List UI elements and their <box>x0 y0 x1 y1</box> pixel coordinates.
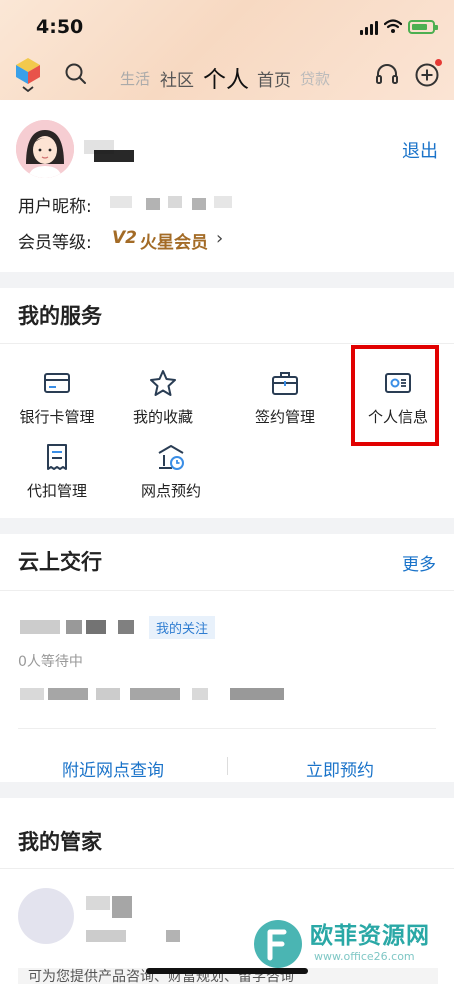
avatar-portrait-icon <box>16 120 74 178</box>
battery-icon <box>408 20 438 34</box>
nearby-branch-link[interactable]: 附近网点查询 <box>62 756 164 781</box>
book-now-link[interactable]: 立即预约 <box>306 756 374 781</box>
signal-icon <box>360 21 380 35</box>
search-icon[interactable] <box>64 62 88 86</box>
divider <box>18 728 436 729</box>
services-title: 我的服务 <box>18 304 102 328</box>
tab-home[interactable]: 首页 <box>257 66 291 91</box>
divider <box>227 757 228 775</box>
member-level-badge[interactable]: V2 <box>112 228 137 248</box>
watermark-text: 欧菲资源网 <box>310 923 430 949</box>
plus-icon <box>415 63 439 87</box>
notification-dot <box>435 59 442 66</box>
service-favorites[interactable]: 我的收藏 <box>108 368 218 427</box>
waiting-count: 0人等待中 <box>18 654 83 670</box>
divider <box>0 590 454 591</box>
member-level-name[interactable]: 火星会员 <box>140 228 208 253</box>
service-bank-card[interactable]: 银行卡管理 <box>2 368 112 427</box>
bank-card-icon <box>44 373 70 393</box>
headset-icon[interactable] <box>374 62 400 88</box>
chevron-right-icon[interactable]: › <box>216 228 223 249</box>
app-logo-icon[interactable] <box>14 56 42 92</box>
wifi-icon <box>384 19 402 33</box>
divider <box>0 868 454 869</box>
status-bar: 4:50 <box>0 0 454 52</box>
top-header: 4:50 生活 社区 个人 首页 贷款 <box>0 0 454 100</box>
service-branch-booking[interactable]: 网点预约 <box>116 442 226 501</box>
logout-link[interactable]: 退出 <box>402 137 438 163</box>
service-auto-debit[interactable]: 代扣管理 <box>2 442 112 501</box>
branch-clock-icon <box>158 445 184 470</box>
watermark-url: www.office26.com <box>314 950 415 963</box>
tab-community[interactable]: 社区 <box>160 66 194 91</box>
tab-personal[interactable]: 个人 <box>203 60 249 94</box>
follow-tag: 我的关注 <box>149 616 216 639</box>
nav-tabs: 生活 社区 个人 首页 贷款 <box>120 60 340 93</box>
home-indicator[interactable] <box>146 968 308 974</box>
briefcase-icon <box>272 372 298 395</box>
service-contracts[interactable]: 签约管理 <box>230 368 340 427</box>
avatar[interactable] <box>16 120 74 178</box>
member-level-label: 会员等级: <box>18 233 92 253</box>
star-icon <box>150 370 176 396</box>
butler-title: 我的管家 <box>18 830 102 854</box>
cloud-branch-title: 云上交行 <box>18 550 102 574</box>
nav-row: 生活 社区 个人 首页 贷款 <box>0 54 454 96</box>
nickname-label: 用户昵称: <box>18 197 92 217</box>
more-link[interactable]: 更多 <box>402 550 436 575</box>
divider <box>0 343 454 344</box>
status-time: 4:50 <box>36 16 84 38</box>
highlight-box <box>351 345 439 446</box>
add-button[interactable] <box>414 59 442 88</box>
watermark-logo-icon <box>254 920 302 968</box>
bill-icon <box>47 444 67 470</box>
site-watermark: 欧菲资源网 www.office26.com <box>250 916 450 976</box>
tab-life[interactable]: 生活 <box>120 68 150 89</box>
tab-loan[interactable]: 贷款 <box>300 68 330 89</box>
